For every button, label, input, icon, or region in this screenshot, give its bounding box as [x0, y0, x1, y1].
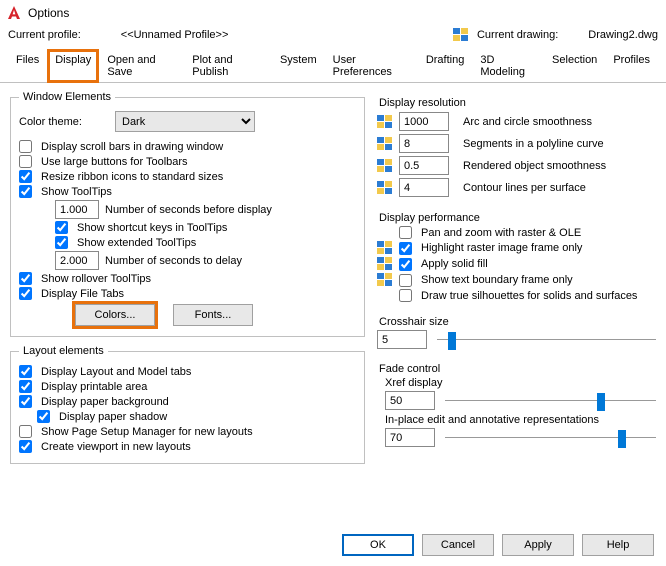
layout-elements-legend: Layout elements: [19, 345, 108, 357]
arc-smoothness-label: Arc and circle smoothness: [463, 116, 592, 128]
paper-background-checkbox[interactable]: [19, 395, 32, 408]
shortcut-keys-checkbox[interactable]: [55, 221, 68, 234]
create-viewport-checkbox[interactable]: [19, 440, 32, 453]
tooltip-seconds-label: Number of seconds before display: [105, 204, 272, 216]
inplace-slider[interactable]: [445, 429, 656, 447]
page-setup-checkbox[interactable]: [19, 425, 32, 438]
xref-display-label: Xref display: [385, 377, 656, 389]
layout-elements-group: Layout elements Display Layout and Model…: [10, 345, 365, 464]
tab-user-preferences[interactable]: User Preferences: [325, 49, 418, 83]
cancel-button[interactable]: Cancel: [422, 534, 494, 556]
color-theme-label: Color theme:: [19, 116, 109, 128]
drawing-icon: [377, 115, 393, 129]
arc-smoothness-input[interactable]: [399, 112, 449, 131]
solid-fill-label: Apply solid fill: [421, 258, 488, 270]
contour-lines-input[interactable]: [399, 178, 449, 197]
window-elements-group: Window Elements Color theme: Dark Displa…: [10, 91, 365, 337]
ok-button[interactable]: OK: [342, 534, 414, 556]
current-drawing-label: Current drawing:: [477, 29, 558, 41]
text-boundary-label: Show text boundary frame only: [421, 274, 573, 286]
printable-area-checkbox[interactable]: [19, 380, 32, 393]
file-tabs-checkbox[interactable]: [19, 287, 32, 300]
pan-zoom-checkbox[interactable]: [399, 226, 412, 239]
paper-shadow-label: Display paper shadow: [59, 411, 167, 423]
tab-profiles[interactable]: Profiles: [605, 49, 658, 83]
tooltip-seconds-input[interactable]: [55, 200, 99, 219]
tab-selection[interactable]: Selection: [544, 49, 605, 83]
xref-slider[interactable]: [445, 392, 656, 410]
segments-input[interactable]: [399, 134, 449, 153]
color-theme-select[interactable]: Dark: [115, 111, 255, 132]
scroll-bars-checkbox[interactable]: [19, 140, 32, 153]
drawing-icon: [453, 28, 469, 42]
inplace-edit-label: In-place edit and annotative representat…: [385, 414, 656, 426]
segments-label: Segments in a polyline curve: [463, 138, 604, 150]
crosshair-size-input[interactable]: [377, 330, 427, 349]
drawing-icon: [377, 137, 393, 151]
rollover-tooltips-label: Show rollover ToolTips: [41, 273, 151, 285]
solid-fill-checkbox[interactable]: [399, 258, 412, 271]
tab-strip: Files Display Open and Save Plot and Pub…: [0, 48, 666, 83]
printable-area-label: Display printable area: [41, 381, 147, 393]
text-boundary-checkbox[interactable]: [399, 274, 412, 287]
drawing-icon: [377, 181, 393, 195]
xref-display-input[interactable]: [385, 391, 435, 410]
drawing-icon: [377, 241, 393, 255]
current-drawing-value: Drawing2.dwg: [588, 29, 658, 41]
tab-drafting[interactable]: Drafting: [418, 49, 473, 83]
page-setup-label: Show Page Setup Manager for new layouts: [41, 426, 253, 438]
display-resolution-legend: Display resolution: [379, 97, 656, 109]
highlight-raster-label: Highlight raster image frame only: [421, 242, 582, 254]
large-buttons-checkbox[interactable]: [19, 155, 32, 168]
pan-zoom-label: Pan and zoom with raster & OLE: [421, 227, 581, 239]
crosshair-size-label: Crosshair size: [379, 316, 656, 328]
contour-lines-label: Contour lines per surface: [463, 182, 586, 194]
layout-model-tabs-checkbox[interactable]: [19, 365, 32, 378]
tab-display[interactable]: Display: [47, 49, 99, 83]
resize-ribbon-label: Resize ribbon icons to standard sizes: [41, 171, 223, 183]
paper-shadow-checkbox[interactable]: [37, 410, 50, 423]
current-profile-value: <<Unnamed Profile>>: [121, 29, 229, 41]
tab-files[interactable]: Files: [8, 49, 47, 83]
drawing-icon: [377, 159, 393, 173]
colors-button[interactable]: Colors...: [75, 304, 155, 326]
extended-tooltips-label: Show extended ToolTips: [77, 237, 196, 249]
tab-system[interactable]: System: [272, 49, 325, 83]
inplace-edit-input[interactable]: [385, 428, 435, 447]
large-buttons-label: Use large buttons for Toolbars: [41, 156, 188, 168]
create-viewport-label: Create viewport in new layouts: [41, 441, 191, 453]
show-tooltips-label: Show ToolTips: [41, 186, 112, 198]
silhouettes-checkbox[interactable]: [399, 289, 412, 302]
crosshair-slider[interactable]: [437, 331, 656, 349]
silhouettes-label: Draw true silhouettes for solids and sur…: [421, 290, 637, 302]
app-icon: [6, 5, 22, 21]
display-performance-legend: Display performance: [379, 212, 656, 224]
resize-ribbon-checkbox[interactable]: [19, 170, 32, 183]
delay-seconds-label: Number of seconds to delay: [105, 255, 242, 267]
show-tooltips-checkbox[interactable]: [19, 185, 32, 198]
window-title: Options: [28, 6, 69, 20]
tab-plot-publish[interactable]: Plot and Publish: [184, 49, 272, 83]
tab-3d-modeling[interactable]: 3D Modeling: [472, 49, 544, 83]
extended-tooltips-checkbox[interactable]: [55, 236, 68, 249]
scroll-bars-label: Display scroll bars in drawing window: [41, 141, 223, 153]
current-profile-label: Current profile:: [8, 29, 81, 41]
layout-model-tabs-label: Display Layout and Model tabs: [41, 366, 191, 378]
highlight-raster-checkbox[interactable]: [399, 242, 412, 255]
paper-background-label: Display paper background: [41, 396, 169, 408]
help-button[interactable]: Help: [582, 534, 654, 556]
tab-open-save[interactable]: Open and Save: [99, 49, 184, 83]
rendered-smoothness-input[interactable]: [399, 156, 449, 175]
file-tabs-label: Display File Tabs: [41, 288, 124, 300]
shortcut-keys-label: Show shortcut keys in ToolTips: [77, 222, 227, 234]
apply-button[interactable]: Apply: [502, 534, 574, 556]
window-elements-legend: Window Elements: [19, 91, 115, 103]
rendered-smoothness-label: Rendered object smoothness: [463, 160, 606, 172]
fonts-button[interactable]: Fonts...: [173, 304, 253, 326]
rollover-tooltips-checkbox[interactable]: [19, 272, 32, 285]
fade-control-legend: Fade control: [379, 363, 656, 375]
drawing-icon: [377, 257, 393, 271]
drawing-icon: [377, 273, 393, 287]
delay-seconds-input[interactable]: [55, 251, 99, 270]
